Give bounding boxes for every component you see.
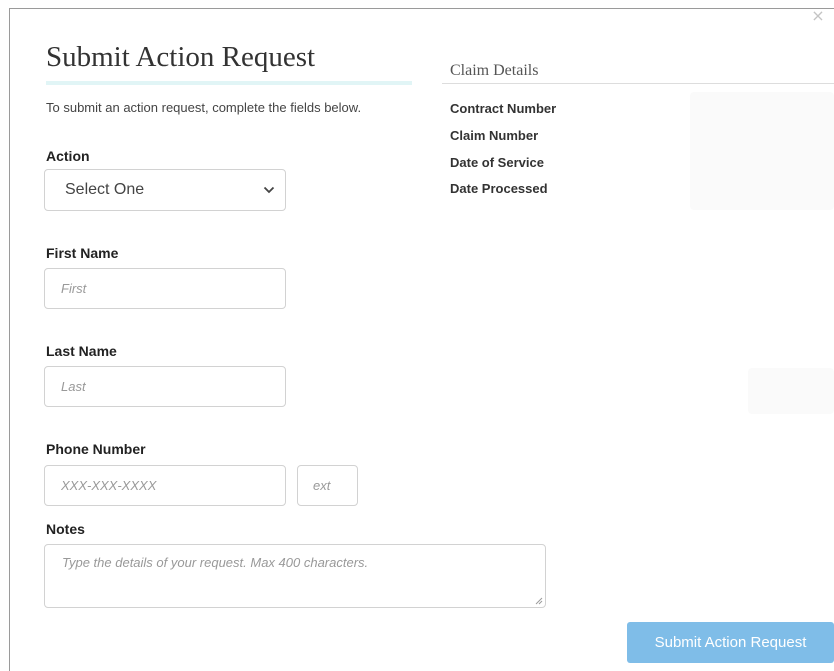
modal-title: Submit Action Request bbox=[46, 41, 316, 73]
contract-number-label: Contract Number bbox=[450, 101, 557, 116]
notes-textarea[interactable] bbox=[44, 544, 546, 608]
phone-number-label: Phone Number bbox=[46, 441, 146, 457]
action-label: Action bbox=[46, 148, 90, 164]
phone-ext-input[interactable] bbox=[297, 465, 358, 506]
submit-action-request-button[interactable]: Submit Action Request bbox=[627, 622, 834, 663]
notes-label: Notes bbox=[46, 521, 85, 537]
last-name-label: Last Name bbox=[46, 343, 117, 359]
claim-values-placeholder bbox=[690, 92, 834, 210]
claim-details-heading: Claim Details bbox=[450, 62, 539, 79]
intro-text: To submit an action request, complete th… bbox=[46, 100, 362, 115]
date-processed-label: Date Processed bbox=[450, 181, 548, 196]
first-name-label: First Name bbox=[46, 245, 119, 261]
claim-number-label: Claim Number bbox=[450, 128, 539, 143]
first-name-input[interactable] bbox=[44, 268, 286, 309]
phone-number-input[interactable] bbox=[44, 465, 286, 506]
last-name-input[interactable] bbox=[44, 366, 286, 407]
resize-grip-icon[interactable] bbox=[535, 597, 543, 605]
action-select-value: Select One bbox=[65, 181, 145, 198]
title-underline bbox=[46, 81, 412, 85]
close-icon[interactable]: × bbox=[811, 8, 825, 24]
claim-details-divider bbox=[442, 83, 834, 84]
chevron-down-icon bbox=[263, 186, 275, 194]
date-of-service-label: Date of Service bbox=[450, 155, 544, 170]
blank-panel bbox=[748, 368, 834, 414]
action-select[interactable]: Select One bbox=[44, 169, 286, 211]
